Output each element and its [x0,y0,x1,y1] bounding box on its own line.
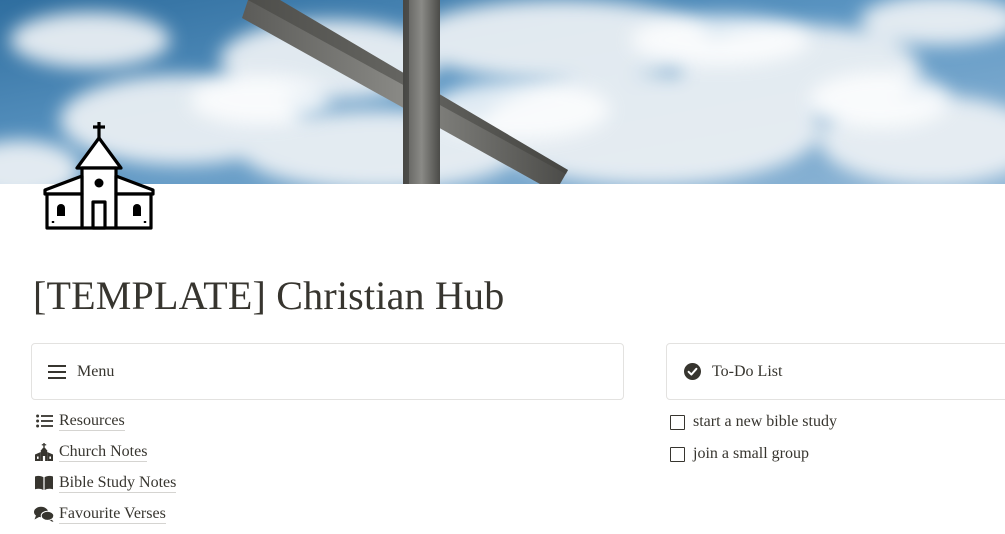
church-icon[interactable] [42,120,156,230]
link-favourite-verses[interactable]: Favourite Verses [34,498,176,529]
link-label[interactable]: Church Notes [59,442,148,462]
link-church-notes[interactable]: Church Notes [34,436,176,467]
link-label[interactable]: Favourite Verses [59,504,166,524]
todo-callout[interactable]: To-Do List [666,343,1005,400]
menu-links: Resources Church Notes Bible Study Notes… [34,405,177,529]
todo-item: start a new bible study [670,406,837,438]
link-resources[interactable]: Resources [34,405,176,436]
menu-callout[interactable]: Menu [31,343,624,400]
todo-label[interactable]: start a new bible study [693,413,837,431]
todo-list: start a new bible study join a small gro… [670,406,837,470]
link-bible-study-notes[interactable]: Bible Study Notes [34,467,177,498]
check-circle-icon [681,361,703,383]
menu-callout-label: Menu [77,362,115,380]
chat-bubbles-icon [34,504,54,524]
open-book-icon [34,473,54,493]
todo-label[interactable]: join a small group [693,445,809,463]
todo-callout-label: To-Do List [712,362,783,380]
hamburger-icon [46,361,68,383]
page-title[interactable]: [TEMPLATE] Christian Hub [33,272,504,319]
link-label[interactable]: Bible Study Notes [59,473,177,493]
todo-checkbox[interactable] [670,446,685,462]
church-small-icon [34,442,54,462]
todo-checkbox[interactable] [670,414,685,430]
todo-item: join a small group [670,438,837,470]
list-icon [34,411,54,431]
link-label[interactable]: Resources [59,411,125,431]
